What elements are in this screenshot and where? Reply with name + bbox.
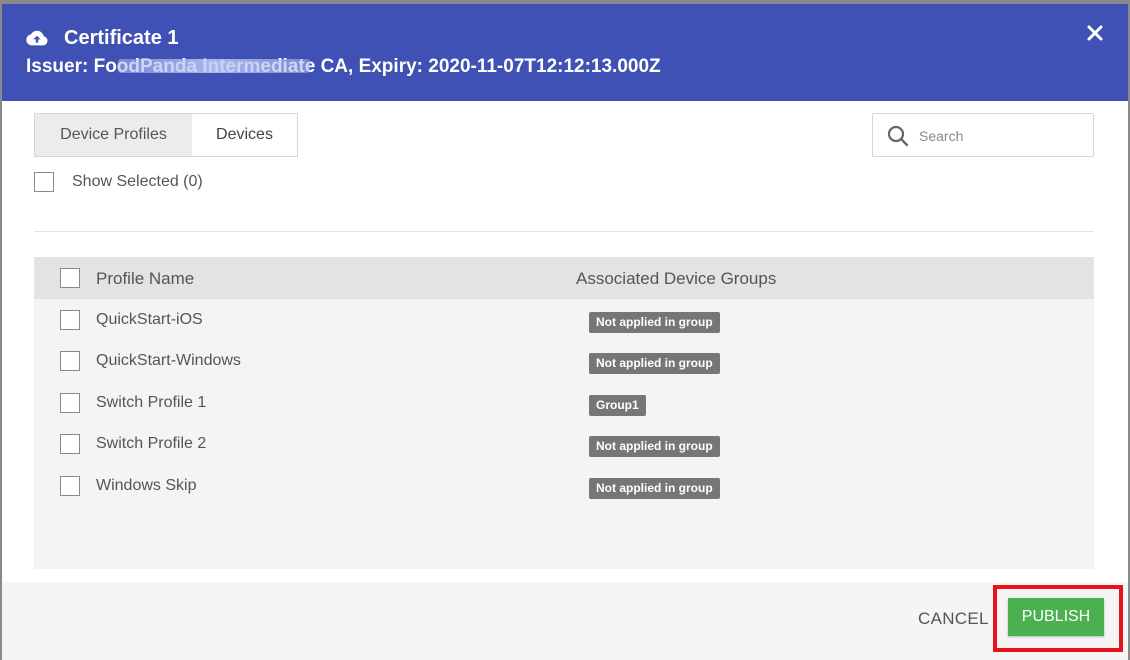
redaction-blur [118,59,310,73]
row-checkbox[interactable] [60,434,80,454]
group-badge: Not applied in group [589,436,720,457]
group-badge: Not applied in group [589,353,720,374]
group-badge: Not applied in group [589,478,720,499]
show-selected-checkbox[interactable] [34,172,54,192]
row-checkbox[interactable] [60,310,80,330]
table-row[interactable]: QuickStart-Windows Not applied in group [34,342,1094,383]
show-selected-label: Show Selected (0) [72,173,203,190]
publish-button[interactable]: PUBLISH [1008,598,1104,636]
dialog-header: Certificate 1 Issuer: FoodPanda Intermed… [2,4,1128,101]
search-icon [887,125,909,147]
profile-name: Switch Profile 1 [96,394,207,411]
column-header-device-groups: Associated Device Groups [576,269,777,288]
profile-name: QuickStart-Windows [96,352,241,369]
profile-name: QuickStart-iOS [96,311,203,328]
profile-name: Switch Profile 2 [96,435,207,452]
cloud-upload-icon [26,30,48,46]
cancel-button[interactable]: CANCEL [918,609,989,629]
table-row[interactable]: Windows Skip Not applied in group [34,467,1094,508]
tab-device-profiles[interactable]: Device Profiles [35,114,192,156]
column-header-profile-name: Profile Name [96,269,195,288]
certificate-dialog: Certificate 1 Issuer: FoodPanda Intermed… [2,4,1128,660]
group-badge: Not applied in group [589,312,720,333]
search-box[interactable] [872,113,1094,157]
row-checkbox[interactable] [60,476,80,496]
select-all-checkbox[interactable] [60,268,80,288]
dialog-title: Certificate 1 [64,27,179,49]
table-row[interactable]: Switch Profile 2 Not applied in group [34,425,1094,466]
close-icon[interactable] [1084,22,1106,44]
row-checkbox[interactable] [60,393,80,413]
tab-devices[interactable]: Devices [192,114,297,156]
profile-name: Windows Skip [96,477,197,494]
tab-group: Device Profiles Devices [34,113,298,157]
profiles-table: Profile Name Associated Device Groups Qu… [34,257,1094,569]
group-badge: Group1 [589,395,646,416]
divider [34,231,1094,232]
table-row[interactable]: QuickStart-iOS Not applied in group [34,301,1094,342]
table-row[interactable]: Switch Profile 1 Group1 [34,384,1094,425]
row-checkbox[interactable] [60,351,80,371]
table-header: Profile Name Associated Device Groups [34,257,1094,299]
search-input[interactable] [917,124,1091,148]
